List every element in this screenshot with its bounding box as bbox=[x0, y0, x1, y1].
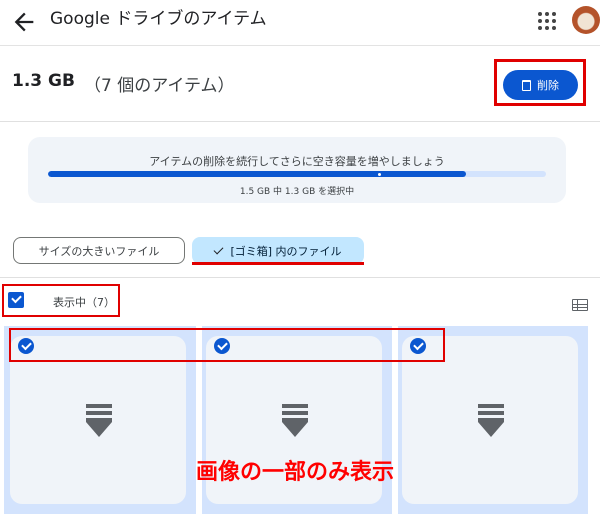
progress-bar bbox=[48, 171, 546, 177]
showing-count-label: 表示中（7） bbox=[53, 296, 115, 309]
trash-icon bbox=[522, 79, 531, 91]
drive-file-icon bbox=[86, 404, 112, 438]
delete-button-label: 削除 bbox=[537, 79, 559, 92]
tab-trash-files-label: [ゴミ箱] 内のファイル bbox=[230, 244, 342, 258]
partial-view-annotation: 画像の一部のみ表示 bbox=[196, 460, 395, 485]
storage-summary: 1.3 GB （7 個のアイテム） 削除 bbox=[0, 46, 600, 122]
progress-card: アイテムの削除を続行してさらに空き容量を増やしましょう 1.5 GB 中 1.3… bbox=[28, 137, 566, 203]
tab-trash-files[interactable]: [ゴミ箱] 内のファイル bbox=[192, 237, 364, 264]
progress-message: アイテムの削除を続行してさらに空き容量を増やしましょう bbox=[149, 155, 445, 168]
selected-size: 1.3 GB bbox=[12, 71, 75, 91]
tab-large-files-label: サイズの大きいファイル bbox=[38, 244, 160, 258]
top-bar: Google ドライブのアイテム bbox=[0, 0, 600, 46]
drive-file-icon bbox=[282, 404, 308, 438]
item-count: （7 個のアイテム） bbox=[84, 76, 235, 96]
list-view-icon[interactable] bbox=[572, 299, 588, 311]
arrow-back-icon[interactable] bbox=[10, 8, 38, 36]
file-checks-highlight bbox=[9, 328, 445, 362]
check-icon bbox=[214, 244, 224, 254]
avatar[interactable] bbox=[572, 6, 600, 34]
tab-large-files[interactable]: サイズの大きいファイル bbox=[13, 237, 185, 264]
divider bbox=[0, 277, 600, 278]
drive-file-icon bbox=[478, 404, 504, 438]
select-all-checkbox[interactable] bbox=[8, 292, 24, 308]
tab-highlight-underline bbox=[192, 262, 364, 265]
apps-grid-icon[interactable] bbox=[534, 8, 556, 30]
page-title: Google ドライブのアイテム bbox=[50, 9, 267, 29]
progress-bar-fill bbox=[48, 171, 467, 177]
delete-button[interactable]: 削除 bbox=[503, 70, 578, 100]
progress-sub-text: 1.5 GB 中 1.3 GB を選択中 bbox=[239, 187, 355, 197]
